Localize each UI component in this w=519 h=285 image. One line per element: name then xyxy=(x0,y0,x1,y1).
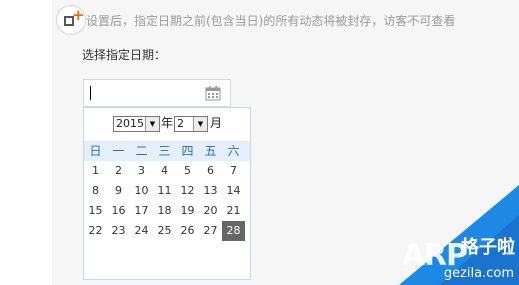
calendar-day[interactable]: 4 xyxy=(153,161,176,181)
calendar-week-row: 22 23 24 25 26 27 28 xyxy=(84,221,250,241)
calendar-day[interactable]: 1 xyxy=(84,161,107,181)
dropdown-arrow-icon[interactable]: ▼ xyxy=(145,117,159,131)
calendar-days-grid: 1 2 3 4 5 6 7 8 9 10 11 12 13 14 15 16 1… xyxy=(84,161,250,241)
calendar-day[interactable]: 20 xyxy=(199,201,222,221)
calendar-day[interactable]: 12 xyxy=(176,181,199,201)
calendar-day[interactable]: 16 xyxy=(107,201,130,221)
calendar-day[interactable]: 24 xyxy=(130,221,153,241)
date-input-box[interactable] xyxy=(83,79,231,108)
calendar-day[interactable]: 10 xyxy=(130,181,153,201)
left-margin xyxy=(0,0,52,285)
date-picker-popup: 2015 ▼ 年 2 ▼ 月 日 一 二 三 四 五 六 1 2 3 4 5 6… xyxy=(83,107,251,280)
select-date-label: 选择指定日期： xyxy=(82,48,167,62)
calendar-day[interactable]: 27 xyxy=(199,221,222,241)
calendar-day[interactable]: 26 xyxy=(176,221,199,241)
weekday-label: 三 xyxy=(158,144,171,158)
weekday-label: 六 xyxy=(227,144,240,158)
weekday-label: 五 xyxy=(204,144,217,158)
calendar-day[interactable]: 23 xyxy=(107,221,130,241)
calendar-header: 2015 ▼ 年 2 ▼ 月 xyxy=(84,115,250,133)
calendar-day[interactable]: 15 xyxy=(84,201,107,221)
calendar-day[interactable]: 25 xyxy=(153,221,176,241)
watermark-cn-text: 格子啦 xyxy=(461,237,515,258)
text-cursor xyxy=(90,86,91,100)
weekday-label: 二 xyxy=(135,144,148,158)
calendar-day[interactable]: 3 xyxy=(130,161,153,181)
weekday-label: 一 xyxy=(112,144,125,158)
plus-icon: + xyxy=(72,6,85,24)
site-watermark: ARP 格子啦 gezila.com xyxy=(399,185,519,285)
year-unit-label: 年 xyxy=(161,116,174,130)
dropdown-arrow-icon[interactable]: ▼ xyxy=(193,117,207,131)
calendar-day[interactable]: 18 xyxy=(153,201,176,221)
calendar-day-selected[interactable]: 28 xyxy=(222,221,245,241)
month-unit-label: 月 xyxy=(210,116,223,130)
calendar-week-row: 8 9 10 11 12 13 14 xyxy=(84,181,250,201)
weekday-label: 日 xyxy=(89,144,102,158)
calendar-week-row: 1 2 3 4 5 6 7 xyxy=(84,161,250,181)
calendar-icon[interactable] xyxy=(205,85,221,101)
calendar-day[interactable]: 2 xyxy=(107,161,130,181)
add-post-icon[interactable]: + xyxy=(56,5,86,35)
calendar-day[interactable]: 7 xyxy=(222,161,245,181)
year-select[interactable]: 2015 ▼ xyxy=(113,116,160,132)
weekday-header: 日 一 二 三 四 五 六 xyxy=(84,141,250,161)
calendar-day[interactable]: 6 xyxy=(199,161,222,181)
calendar-day[interactable]: 8 xyxy=(84,181,107,201)
calendar-day[interactable]: 13 xyxy=(199,181,222,201)
calendar-day[interactable]: 9 xyxy=(107,181,130,201)
weekday-label: 四 xyxy=(181,144,194,158)
calendar-day[interactable]: 14 xyxy=(222,181,245,201)
calendar-day[interactable]: 21 xyxy=(222,201,245,221)
calendar-day[interactable]: 5 xyxy=(176,161,199,181)
calendar-week-row: 15 16 17 18 19 20 21 xyxy=(84,201,250,221)
month-value: 2 xyxy=(177,117,184,130)
month-select[interactable]: 2 ▼ xyxy=(174,116,208,132)
calendar-day[interactable]: 11 xyxy=(153,181,176,201)
calendar-day[interactable]: 22 xyxy=(84,221,107,241)
calendar-day[interactable]: 17 xyxy=(130,201,153,221)
date-input[interactable] xyxy=(84,80,201,108)
watermark-url: gezila.com xyxy=(443,266,514,281)
year-value: 2015 xyxy=(116,117,144,130)
archive-notice-text: 设置后，指定日期之前(包含当日)的所有动态将被封存，访客不可查看 xyxy=(86,14,456,28)
calendar-day[interactable]: 19 xyxy=(176,201,199,221)
